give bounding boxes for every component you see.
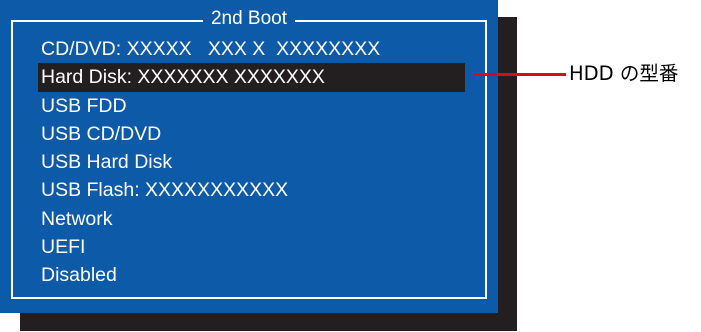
boot-option-network[interactable]: Network bbox=[38, 205, 465, 233]
dialog-title: 2nd Boot bbox=[202, 8, 296, 30]
boot-option-uefi[interactable]: UEFI bbox=[38, 233, 465, 261]
boot-option-list: CD/DVD: XXXXX XXX X XXXXXXXX Hard Disk: … bbox=[38, 35, 465, 289]
callout-line bbox=[474, 73, 566, 76]
boot-option-disabled[interactable]: Disabled bbox=[38, 261, 465, 289]
boot-option-usb-cd-dvd[interactable]: USB CD/DVD bbox=[38, 120, 465, 148]
boot-option-usb-hard-disk[interactable]: USB Hard Disk bbox=[38, 148, 465, 176]
dialog-title-bar: 2nd Boot bbox=[0, 8, 498, 30]
boot-option-hard-disk[interactable]: Hard Disk: XXXXXXX XXXXXXX bbox=[38, 63, 465, 92]
boot-option-usb-fdd[interactable]: USB FDD bbox=[38, 92, 465, 120]
boot-option-usb-flash[interactable]: USB Flash: XXXXXXXXXXX bbox=[38, 176, 465, 204]
callout-label: HDD の型番 bbox=[569, 62, 679, 85]
boot-dialog: 2nd Boot CD/DVD: XXXXX XXX X XXXXXXXX Ha… bbox=[0, 0, 498, 313]
boot-option-cd-dvd[interactable]: CD/DVD: XXXXX XXX X XXXXXXXX bbox=[38, 35, 465, 63]
